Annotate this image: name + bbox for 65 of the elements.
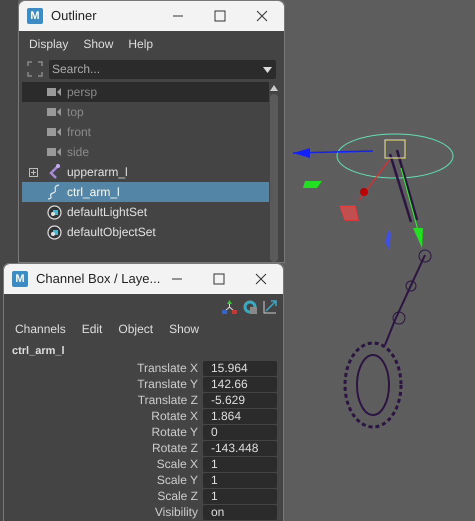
menu-item[interactable]: Channels	[15, 320, 66, 338]
app-icon: M	[12, 271, 28, 287]
item-label: persp	[67, 84, 98, 101]
window-title: Channel Box / Laye...	[36, 270, 160, 288]
scroll-up-icon[interactable]	[270, 85, 278, 91]
maximize-icon[interactable]	[214, 10, 226, 22]
outliner-item[interactable]: defaultLightSet	[22, 202, 269, 222]
channel-value[interactable]: 142.66	[203, 376, 277, 392]
dropdown-icon[interactable]	[263, 66, 272, 72]
expand-icon[interactable]	[28, 168, 38, 176]
outliner-item[interactable]: defaultObjectSet	[22, 222, 269, 242]
channel-value[interactable]: 1	[203, 488, 277, 504]
axes-icon[interactable]	[222, 300, 237, 314]
camera-icon	[47, 148, 61, 156]
channel-value[interactable]: -5.629	[203, 392, 277, 408]
channel-label[interactable]: Rotate Z	[4, 439, 198, 457]
search-field[interactable]: Search...	[49, 60, 276, 78]
channel-value[interactable]: 0	[203, 424, 277, 440]
outliner-item[interactable]: ctrl_arm_l	[22, 182, 269, 202]
window-title: Outliner	[51, 7, 97, 26]
channel-label[interactable]: Translate X	[4, 359, 198, 377]
set-icon	[46, 204, 62, 220]
rotate-icon[interactable]	[243, 300, 257, 314]
channel-value[interactable]: 15.964	[203, 360, 277, 376]
channel-label[interactable]: Scale Y	[4, 471, 198, 489]
node-name: ctrl_arm_l	[11, 344, 66, 359]
close-icon[interactable]	[255, 273, 267, 285]
menu-item[interactable]: Object	[118, 320, 154, 338]
channel-value[interactable]: -143.448	[203, 440, 277, 456]
joint-icon	[47, 164, 61, 180]
channel-label[interactable]: Visibility	[4, 503, 198, 521]
close-icon[interactable]	[256, 10, 268, 22]
menu-item[interactable]: Help	[128, 35, 154, 53]
menu-item[interactable]: Show	[169, 320, 200, 338]
set-icon	[46, 224, 62, 240]
curve-icon	[47, 184, 61, 200]
channel-label[interactable]: Scale Z	[4, 487, 198, 505]
item-label: upperarm_l	[67, 164, 128, 181]
item-label: defaultObjectSet	[67, 224, 156, 241]
channel-value[interactable]: on	[203, 504, 277, 520]
channel-label[interactable]: Translate Y	[4, 375, 198, 393]
channel-value[interactable]: 1	[203, 472, 277, 488]
channel-label[interactable]: Scale X	[4, 455, 198, 473]
item-label: top	[67, 104, 84, 121]
filter-icon[interactable]	[27, 61, 43, 77]
item-label: ctrl_arm_l	[67, 184, 120, 201]
item-label: defaultLightSet	[67, 204, 148, 221]
menu-item[interactable]: Show	[83, 35, 114, 53]
outliner-item[interactable]: persp	[22, 82, 269, 102]
menu-item[interactable]: Display	[29, 35, 68, 53]
channel-value[interactable]: 1.864	[203, 408, 277, 424]
channel-label[interactable]: Translate Z	[4, 391, 198, 409]
item-label: side	[67, 144, 90, 161]
outliner-item[interactable]: upperarm_l	[22, 162, 269, 182]
channel-value[interactable]: 1	[203, 456, 277, 472]
item-label: front	[67, 124, 92, 141]
scale-icon[interactable]	[263, 300, 277, 314]
maximize-icon[interactable]	[213, 273, 225, 285]
camera-icon	[47, 88, 61, 96]
channel-label[interactable]: Rotate X	[4, 407, 198, 425]
menu-item[interactable]: Edit	[82, 320, 102, 338]
camera-icon	[47, 128, 61, 136]
camera-icon	[47, 108, 61, 116]
channel-label[interactable]: Rotate Y	[4, 423, 198, 441]
app-icon: M	[27, 8, 43, 24]
